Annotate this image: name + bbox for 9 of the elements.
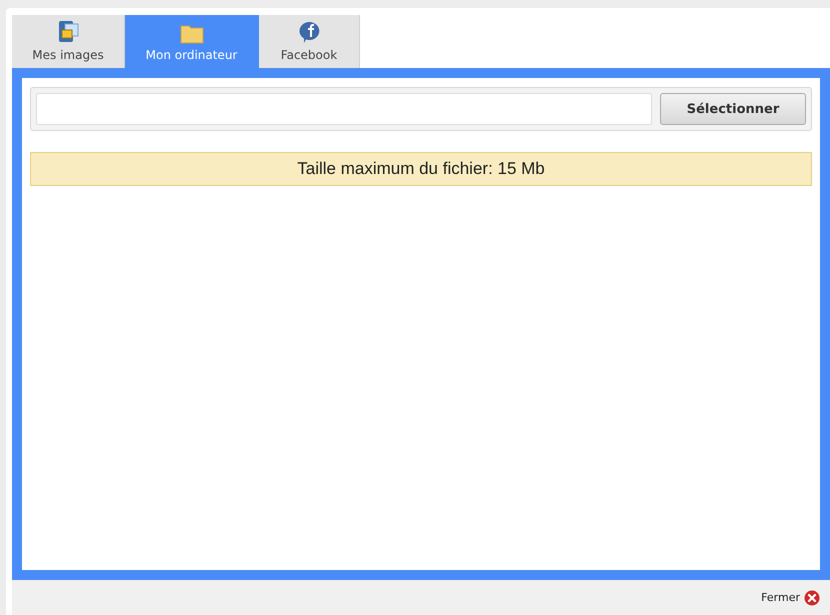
close-link[interactable]: Fermer [761, 591, 800, 604]
tab[interactable]: Mes images [12, 15, 125, 68]
file-size-notice: Taille maximum du fichier: 15 Mb [30, 152, 812, 186]
speech-bubble-icon [297, 20, 321, 44]
select-button[interactable]: Sélectionner [660, 93, 806, 125]
tab[interactable]: Facebook [259, 15, 360, 68]
file-path-field[interactable] [36, 93, 652, 125]
pictures-icon [56, 20, 80, 44]
close-icon[interactable] [804, 590, 820, 606]
